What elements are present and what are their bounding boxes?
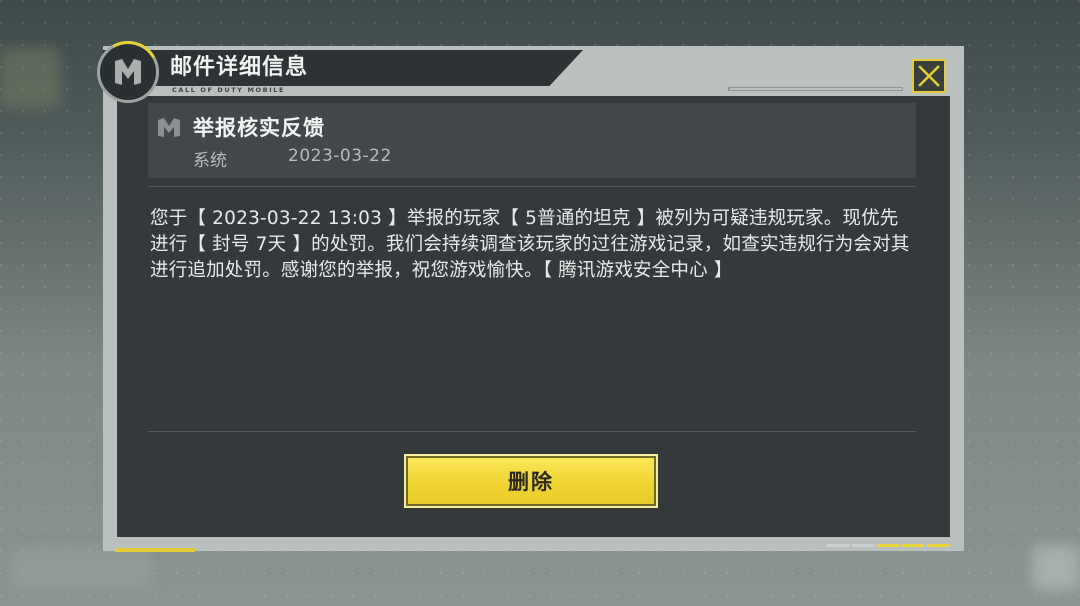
mail-body-text: 您于【 2023-03-22 13:03 】举报的玩家【 5普通的坦克 】被列为… <box>150 208 910 281</box>
mail-subject: 举报核实反馈 <box>193 116 325 140</box>
background-blur <box>12 548 152 588</box>
background-blur <box>0 48 60 108</box>
close-button[interactable] <box>912 59 946 93</box>
page-dot <box>877 544 899 547</box>
page-dot <box>902 544 924 547</box>
mail-system-icon <box>158 118 180 137</box>
decorative-track <box>728 87 903 91</box>
mail-date: 2023-03-22 <box>288 146 392 166</box>
page-dot <box>852 544 874 547</box>
delete-button[interactable]: 删除 <box>404 454 658 508</box>
close-x-icon <box>918 65 940 87</box>
page-dot <box>927 544 949 547</box>
dialog-title: 邮件详细信息 <box>170 55 309 80</box>
background-blur <box>1032 545 1080 590</box>
divider <box>148 431 916 432</box>
brand-text: CALL OF DUTY MOBILE <box>172 86 286 94</box>
divider <box>148 186 916 187</box>
page-dot <box>827 544 849 547</box>
mail-sender: 系统 <box>193 151 227 171</box>
bottom-accent-bar <box>115 548 195 552</box>
page-indicator <box>827 544 949 547</box>
